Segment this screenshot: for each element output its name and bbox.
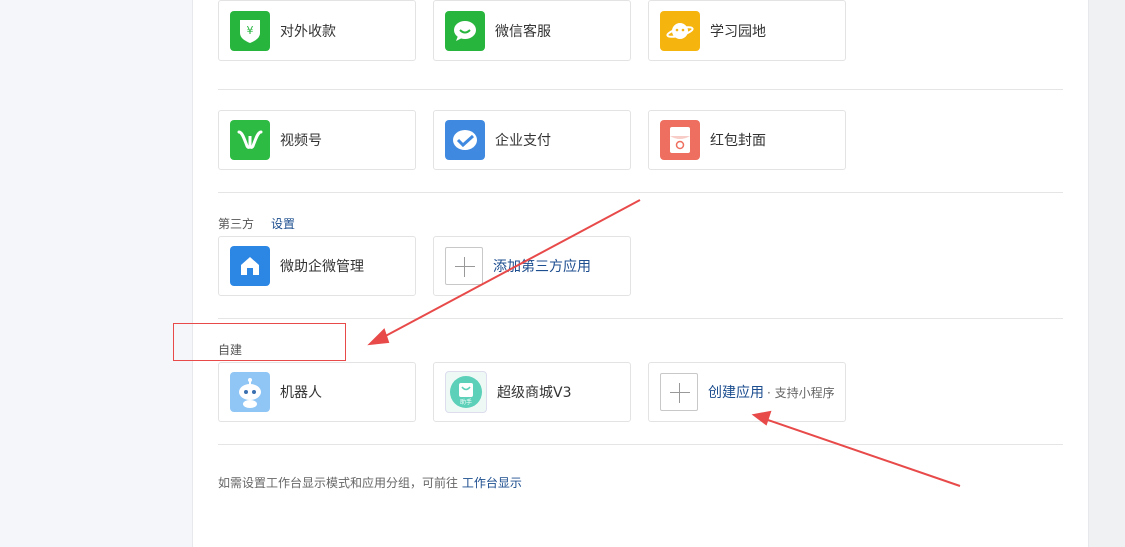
super-mall-badge: 助手 xyxy=(460,398,472,406)
app-label: 机器人 xyxy=(280,385,322,401)
app-label: 微助企微管理 xyxy=(280,259,364,275)
footer-note: 如需设置工作台显示模式和应用分组，可前往 工作台显示 xyxy=(218,474,522,491)
add-third-party-app-label: 添加第三方应用 xyxy=(493,259,591,275)
app-card-red-envelope-cover[interactable]: 红包封面 xyxy=(648,110,846,170)
chat-bubble-icon xyxy=(445,10,485,51)
app-label: 视频号 xyxy=(280,133,322,149)
workbench-display-link[interactable]: 工作台显示 xyxy=(462,476,522,490)
app-label: 微信客服 xyxy=(495,23,551,40)
app-card-super-mall[interactable]: 助手 超级商城V3 xyxy=(433,362,631,422)
app-card-learning-garden[interactable]: 学习园地 xyxy=(648,0,846,61)
svg-text:¥: ¥ xyxy=(247,24,254,37)
red-envelope-icon xyxy=(660,120,700,160)
app-card-external-payment[interactable]: ¥ 对外收款 xyxy=(218,0,416,61)
divider xyxy=(218,444,1063,445)
app-label: 企业支付 xyxy=(495,133,551,149)
divider xyxy=(218,192,1063,193)
plus-icon xyxy=(660,373,698,411)
app-label: 学习园地 xyxy=(710,23,766,40)
plus-icon xyxy=(445,247,483,285)
app-card-robot[interactable]: 机器人 xyxy=(218,362,416,422)
create-app-card[interactable]: 创建应用 · 支持小程序 xyxy=(648,362,846,422)
divider xyxy=(218,89,1063,90)
app-card-channels[interactable]: 视频号 xyxy=(218,110,416,170)
home-icon xyxy=(230,246,270,286)
third-party-settings-link[interactable]: 设置 xyxy=(271,215,295,232)
app-label: 对外收款 xyxy=(280,23,336,40)
robot-icon xyxy=(230,372,270,412)
planet-icon xyxy=(660,10,700,51)
shopping-bag-icon: 助手 xyxy=(445,371,487,413)
divider xyxy=(218,318,1063,319)
app-card-weizhu-management[interactable]: 微助企微管理 xyxy=(218,236,416,296)
yuan-shield-icon: ¥ xyxy=(230,10,270,51)
create-app-sub: · 支持小程序 xyxy=(767,385,835,400)
channels-icon xyxy=(230,120,270,160)
create-app-label: 创建应用 xyxy=(708,385,764,401)
app-label: 超级商城V3 xyxy=(497,385,572,401)
app-card-wechat-service[interactable]: 微信客服 xyxy=(433,0,631,61)
app-label: 红包封面 xyxy=(710,133,766,149)
annotation-highlight-box xyxy=(173,323,346,361)
add-third-party-app-card[interactable]: 添加第三方应用 xyxy=(433,236,631,296)
payment-check-icon xyxy=(445,120,485,160)
right-scroll-gutter xyxy=(1088,0,1125,547)
section-title-third-party: 第三方 xyxy=(218,217,255,231)
footer-text: 如需设置工作台显示模式和应用分组，可前往 xyxy=(218,476,462,490)
left-sidebar-background xyxy=(0,0,193,547)
app-card-enterprise-payment[interactable]: 企业支付 xyxy=(433,110,631,170)
